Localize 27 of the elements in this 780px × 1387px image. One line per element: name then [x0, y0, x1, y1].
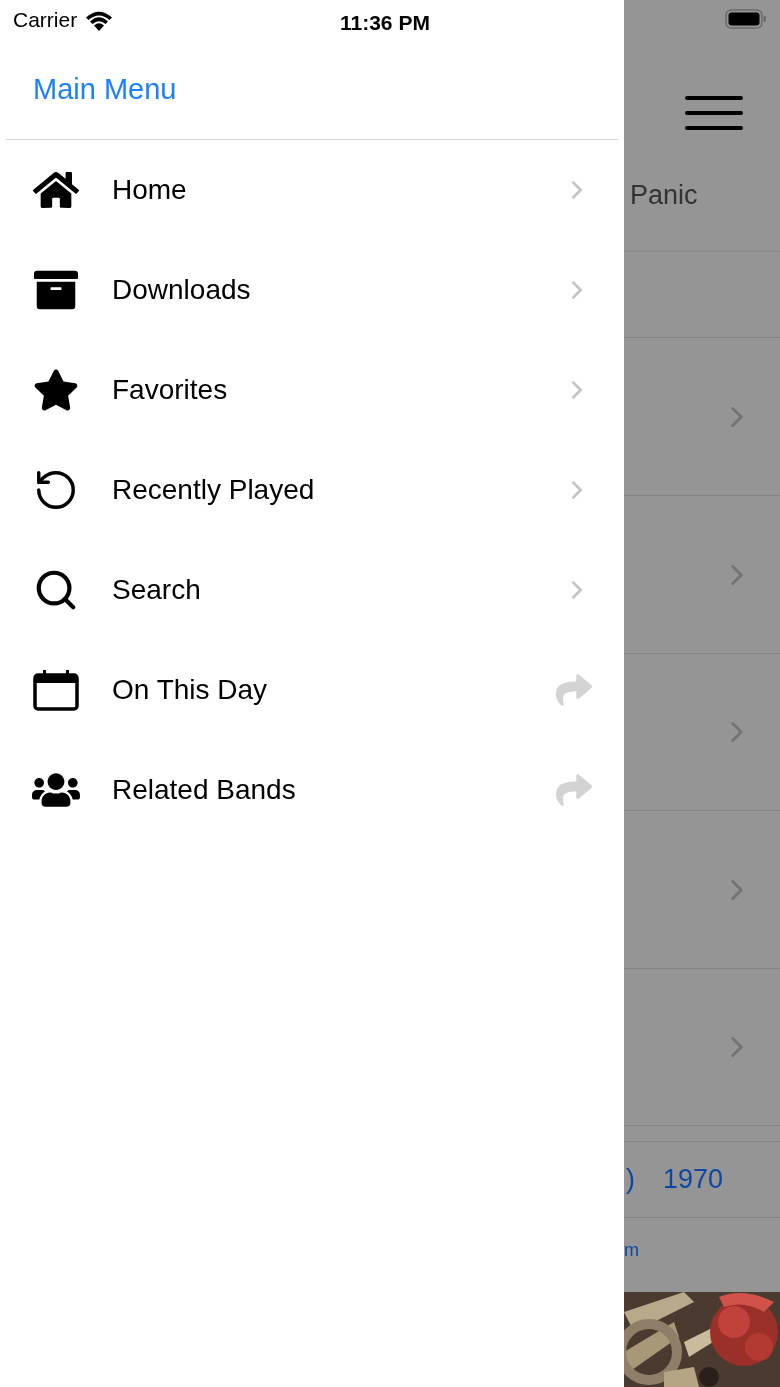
star-icon	[33, 367, 79, 413]
menu-item-label: Home	[112, 173, 187, 207]
archive-box-icon	[34, 268, 78, 312]
menu-item[interactable]: Search	[0, 540, 624, 640]
battery-icon	[725, 9, 767, 29]
menu-item-label: Downloads	[112, 273, 251, 307]
menu-item[interactable]: Downloads	[0, 240, 624, 340]
wifi-icon	[85, 9, 114, 31]
menu-item-label: Favorites	[112, 373, 228, 407]
text-fragment: )	[626, 1163, 635, 1197]
menu-icon	[685, 96, 743, 130]
menu-item[interactable]: Home	[0, 140, 624, 240]
menu-item[interactable]: Favorites	[0, 340, 624, 440]
menu-item-label: Related Bands	[112, 773, 296, 807]
clock-time: 11:36 PM	[340, 10, 430, 36]
menu-item-label: Search	[112, 573, 201, 607]
forward-arrow-icon	[556, 772, 592, 808]
title-fragment: Panic	[630, 179, 698, 213]
calendar-icon	[33, 669, 79, 711]
menu-item-label: On This Day	[112, 673, 268, 707]
menu-item[interactable]: On This Day	[0, 640, 624, 740]
forward-arrow-icon	[556, 672, 592, 708]
menu-item[interactable]: Related Bands	[0, 740, 624, 840]
carrier-label: Carrier	[13, 7, 78, 34]
menu-item[interactable]: Recently Played	[0, 440, 624, 540]
menu-item-label: Recently Played	[112, 473, 315, 507]
drawer-title: Main Menu	[33, 71, 177, 107]
